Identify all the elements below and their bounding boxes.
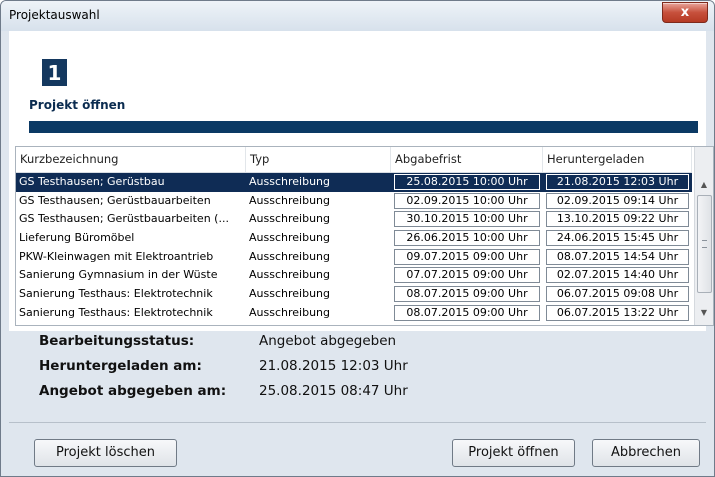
detail-row-status: Bearbeitungsstatus: Angebot abgegeben [39,333,639,353]
project-table[interactable]: Kurzbezeichnung Typ Abgabefrist Herunter… [15,146,714,326]
date-cell-frame [546,248,689,265]
status-label: Bearbeitungsstatus: [39,333,195,349]
step-progress-bar [29,121,698,133]
date-cell-frame [394,211,540,228]
date-cell-frame [546,192,689,209]
cell-typ: Ausschreibung [249,175,330,188]
table-header: Kurzbezeichnung Typ Abgabefrist Herunter… [16,147,692,173]
date-cell-frame [394,267,540,284]
downloaded-value: 21.08.2015 12:03 Uhr [259,358,408,374]
cell-typ: Ausschreibung [249,287,330,301]
column-header-abgabefrist[interactable]: Abgabefrist [391,147,543,172]
submitted-label: Angebot abgegeben am: [39,383,227,399]
step-title: Projekt öffnen [29,98,126,112]
date-cell-frame [546,211,689,228]
cell-kurzbezeichnung: PKW-Kleinwagen mit Elektroantrieb [19,249,214,263]
step-number-badge: 1 [42,59,67,86]
cell-kurzbezeichnung: GS Testhausen; Gerüstbau [19,175,165,188]
status-value: Angebot abgegeben [259,333,397,349]
detail-row-downloaded: Heruntergeladen am: 21.08.2015 12:03 Uhr [39,358,639,378]
table-row[interactable]: GS Testhausen; Gerüstbauarbeiten (... Aus… [16,210,692,229]
cell-kurzbezeichnung: Sanierung Testhaus: Elektrotechnik [19,287,213,301]
submitted-value: 25.08.2015 08:47 Uhr [259,383,408,399]
date-cell-frame [546,304,689,321]
close-icon: x [680,5,690,20]
table-body: GS Testhausen; Gerüstbau Ausschreibung 25.… [16,173,692,323]
date-cell-frame [394,174,540,190]
cell-typ: Ausschreibung [249,249,330,263]
scroll-down-arrow-icon[interactable]: ▼ [695,305,713,321]
date-cell-frame [546,230,689,247]
table-row[interactable]: GS Testhausen; Gerüstbau Ausschreibung 25.… [16,173,692,192]
column-header-typ[interactable]: Typ [246,147,391,172]
detail-row-submitted: Angebot abgegeben am: 25.08.2015 08:47 U… [39,383,639,403]
delete-project-button[interactable]: Projekt löschen [34,439,177,467]
table-row[interactable]: Sanierung Testhaus: Elektrotechnik Aussch… [16,285,692,304]
column-header-kurzbezeichnung[interactable]: Kurzbezeichnung [16,147,246,172]
project-selection-dialog: Projektauswahl x 1 Projekt öffnen Kurzbe… [0,0,715,477]
cell-kurzbezeichnung: Sanierung Testhaus: Elektrotechnik [19,305,213,319]
table-row[interactable]: Sanierung Testhaus: Elektrotechnik Aussch… [16,304,692,323]
cell-kurzbezeichnung: GS Testhausen; Gerüstbauarbeiten [19,193,211,207]
open-project-button[interactable]: Projekt öffnen [452,439,575,467]
grip-icon [702,240,707,248]
table-row[interactable]: Lieferung Büromöbel Ausschreibung 26.06.20… [16,229,692,248]
scroll-up-arrow-icon[interactable]: ▲ [695,177,713,193]
table-row[interactable]: GS Testhausen; Gerüstbauarbeiten Ausschre… [16,192,692,211]
date-cell-frame [394,248,540,265]
cell-typ: Ausschreibung [249,268,330,282]
cell-kurzbezeichnung: GS Testhausen; Gerüstbauarbeiten (... [19,212,229,226]
date-cell-frame [394,286,540,303]
column-header-heruntergeladen[interactable]: Heruntergeladen [543,147,692,172]
date-cell-frame [394,304,540,321]
cell-kurzbezeichnung: Sanierung Gymnasium in der Wüste [19,268,218,282]
title-bar: Projektauswahl x [1,1,714,31]
cell-typ: Ausschreibung [249,212,330,226]
cancel-button[interactable]: Abbrechen [592,439,700,467]
divider [9,422,706,423]
downloaded-label: Heruntergeladen am: [39,358,202,374]
date-cell-frame [546,174,689,190]
vertical-scrollbar[interactable]: ▲ ▼ [694,147,713,325]
cell-kurzbezeichnung: Lieferung Büromöbel [19,231,135,245]
cell-typ: Ausschreibung [249,231,330,245]
table-row[interactable]: PKW-Kleinwagen mit Elektroantrieb Ausschr… [16,248,692,267]
table-row[interactable]: Sanierung Gymnasium in der Wüste Ausschre… [16,266,692,285]
date-cell-frame [394,192,540,209]
cell-typ: Ausschreibung [249,305,330,319]
window-title: Projektauswahl [9,8,100,22]
cell-typ: Ausschreibung [249,193,330,207]
date-cell-frame [546,286,689,303]
date-cell-frame [546,267,689,284]
close-button[interactable]: x [662,2,708,23]
date-cell-frame [394,230,540,247]
scrollbar-thumb[interactable] [697,195,712,293]
